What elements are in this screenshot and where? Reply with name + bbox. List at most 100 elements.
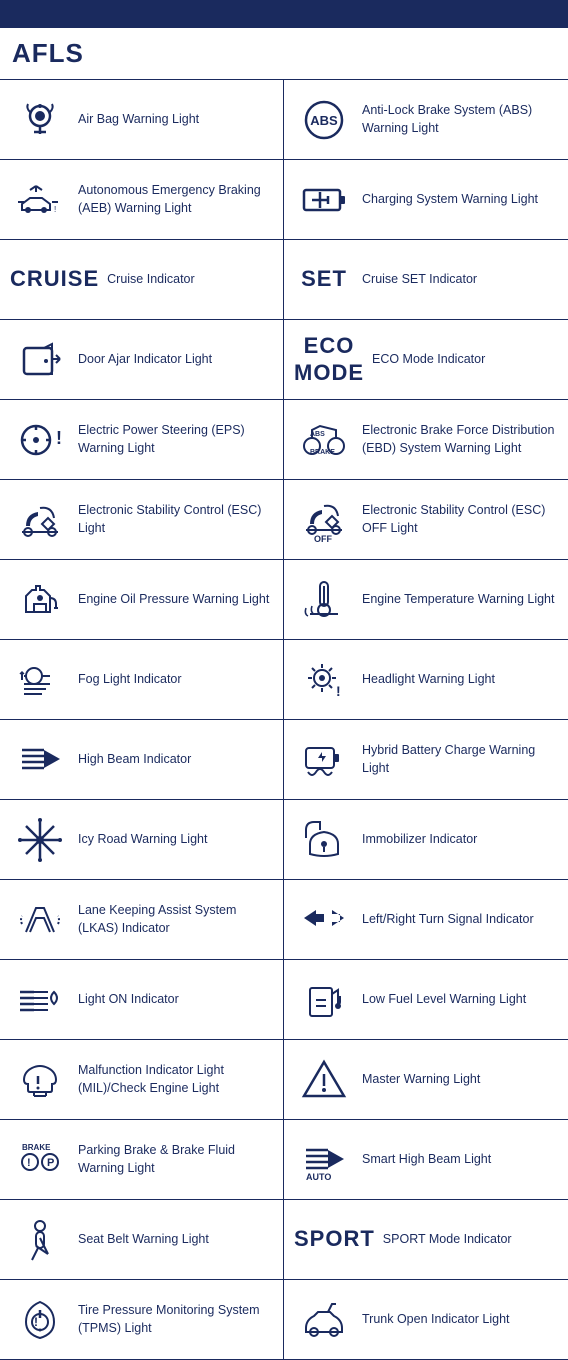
cell-sport: SPORT SPORT Mode Indicator — [284, 1200, 568, 1280]
icon-headlight: ! — [294, 656, 354, 704]
icon-trunk — [294, 1296, 354, 1344]
icon-charging — [294, 176, 354, 224]
cell-esc-off: OFF Electronic Stability Control (ESC) O… — [284, 480, 568, 560]
icon-icy — [10, 816, 70, 864]
text-sport: SPORT Mode Indicator — [383, 1231, 512, 1249]
cell-tpms: ! Tire Pressure Monitoring System (TPMS)… — [0, 1280, 284, 1360]
icon-lowfuel — [294, 976, 354, 1024]
icon-seatbelt — [10, 1216, 70, 1264]
text-lkas: Lane Keeping Assist System (LKAS) Indica… — [78, 902, 273, 937]
text-engine-temp: Engine Temperature Warning Light — [362, 591, 554, 609]
svg-text:!: ! — [34, 1315, 38, 1329]
cell-engine-oil: Engine Oil Pressure Warning Light — [0, 560, 284, 640]
text-immobilizer: Immobilizer Indicator — [362, 831, 477, 849]
afls-row: AFLS — [0, 28, 568, 80]
cell-master: Master Warning Light — [284, 1040, 568, 1120]
cell-esc: Electronic Stability Control (ESC) Light — [0, 480, 284, 560]
text-lowfuel: Low Fuel Level Warning Light — [362, 991, 526, 1009]
icon-cruise-set: SET — [294, 266, 354, 292]
svg-text:BRAKE: BRAKE — [310, 449, 335, 456]
cell-turnsignal: Left/Right Turn Signal Indicator — [284, 880, 568, 960]
afls-label: AFLS — [12, 38, 84, 69]
text-engine-oil: Engine Oil Pressure Warning Light — [78, 591, 269, 609]
cell-hybrid: Hybrid Battery Charge Warning Light — [284, 720, 568, 800]
icon-highbeam — [10, 736, 70, 784]
cell-ebd: ABS BRAKE Electronic Brake Force Distribu… — [284, 400, 568, 480]
svg-text:OFF: OFF — [314, 534, 332, 544]
text-turnsignal: Left/Right Turn Signal Indicator — [362, 911, 534, 929]
text-charging: Charging System Warning Light — [362, 191, 538, 209]
text-seatbelt: Seat Belt Warning Light — [78, 1231, 209, 1249]
icon-esc — [10, 496, 70, 544]
text-eps: Electric Power Steering (EPS) Warning Li… — [78, 422, 273, 457]
svg-text:!: ! — [54, 205, 56, 214]
cell-smarthighbeam: AUTO Smart High Beam Light — [284, 1120, 568, 1200]
text-fog: Fog Light Indicator — [78, 671, 182, 689]
cell-parkingbrake: ! P BRAKE Parking Brake & Brake Fluid Warn… — [0, 1120, 284, 1200]
cell-fog: Fog Light Indicator — [0, 640, 284, 720]
svg-text:AUTO: AUTO — [306, 1172, 331, 1182]
cell-highbeam: High Beam Indicator — [0, 720, 284, 800]
icon-turnsignal — [294, 896, 354, 944]
svg-text:ABS: ABS — [310, 113, 338, 128]
cell-eps: ! Electric Power Steering (EPS) Warning … — [0, 400, 284, 480]
text-cruise-set: Cruise SET Indicator — [362, 271, 477, 289]
cell-air-bag: Air Bag Warning Light — [0, 80, 284, 160]
text-eco-mode: ECO Mode Indicator — [372, 351, 485, 369]
icon-eps: ! — [10, 416, 70, 464]
text-headlight: Headlight Warning Light — [362, 671, 495, 689]
cell-cruise: CRUISE Cruise Indicator — [0, 240, 284, 320]
icon-ebd: ABS BRAKE — [294, 416, 354, 464]
icon-mil — [10, 1056, 70, 1104]
icon-door-ajar — [10, 336, 70, 384]
text-aeb: Autonomous Emergency Braking (AEB) Warni… — [78, 182, 273, 217]
svg-text:P: P — [47, 1157, 54, 1169]
text-esc-off: Electronic Stability Control (ESC) OFF L… — [362, 502, 558, 537]
icon-lighton — [10, 976, 70, 1024]
cell-door-ajar: Door Ajar Indicator Light — [0, 320, 284, 400]
text-tpms: Tire Pressure Monitoring System (TPMS) L… — [78, 1302, 273, 1337]
cell-engine-temp: Engine Temperature Warning Light — [284, 560, 568, 640]
icon-aeb: ! — [10, 176, 70, 224]
icon-esc-off: OFF — [294, 496, 354, 544]
cell-lowfuel: Low Fuel Level Warning Light — [284, 960, 568, 1040]
icon-sport: SPORT — [294, 1226, 375, 1252]
text-lighton: Light ON Indicator — [78, 991, 179, 1009]
cell-mil: Malfunction Indicator Light (MIL)/Check … — [0, 1040, 284, 1120]
cell-icy: Icy Road Warning Light — [0, 800, 284, 880]
cell-cruise-set: SET Cruise SET Indicator — [284, 240, 568, 320]
cell-aeb: ! Autonomous Emergency Braking (AEB) War… — [0, 160, 284, 240]
icon-abs: ABS — [294, 96, 354, 144]
text-icy: Icy Road Warning Light — [78, 831, 207, 849]
text-air-bag: Air Bag Warning Light — [78, 111, 199, 129]
cell-eco-mode: ECOMODE ECO Mode Indicator — [284, 320, 568, 400]
icon-cruise: CRUISE — [10, 266, 99, 292]
cell-seatbelt: Seat Belt Warning Light — [0, 1200, 284, 1280]
cell-lighton: Light ON Indicator — [0, 960, 284, 1040]
text-mil: Malfunction Indicator Light (MIL)/Check … — [78, 1062, 273, 1097]
icon-eco-mode: ECOMODE — [294, 333, 364, 386]
cell-abs: ABS Anti-Lock Brake System (ABS) Warning… — [284, 80, 568, 160]
svg-text:!: ! — [27, 1157, 31, 1169]
svg-text:!: ! — [336, 683, 341, 699]
cell-immobilizer: Immobilizer Indicator — [284, 800, 568, 880]
text-trunk: Trunk Open Indicator Light — [362, 1311, 510, 1329]
icon-engine-temp — [294, 576, 354, 624]
text-cruise: Cruise Indicator — [107, 271, 195, 289]
text-smarthighbeam: Smart High Beam Light — [362, 1151, 491, 1169]
text-parkingbrake: Parking Brake & Brake Fluid Warning Ligh… — [78, 1142, 273, 1177]
text-abs: Anti-Lock Brake System (ABS) Warning Lig… — [362, 102, 558, 137]
text-door-ajar: Door Ajar Indicator Light — [78, 351, 212, 369]
cell-lkas: Lane Keeping Assist System (LKAS) Indica… — [0, 880, 284, 960]
text-hybrid: Hybrid Battery Charge Warning Light — [362, 742, 558, 777]
text-ebd: Electronic Brake Force Distribution (EBD… — [362, 422, 558, 457]
icon-tpms: ! — [10, 1296, 70, 1344]
svg-text:BRAKE: BRAKE — [22, 1143, 51, 1152]
icon-immobilizer — [294, 816, 354, 864]
cell-charging: Charging System Warning Light — [284, 160, 568, 240]
icon-engine-oil — [10, 576, 70, 624]
text-esc: Electronic Stability Control (ESC) Light — [78, 502, 273, 537]
svg-text:ABS: ABS — [310, 431, 325, 438]
header — [0, 0, 568, 28]
cell-headlight: ! Headlight Warning Light — [284, 640, 568, 720]
